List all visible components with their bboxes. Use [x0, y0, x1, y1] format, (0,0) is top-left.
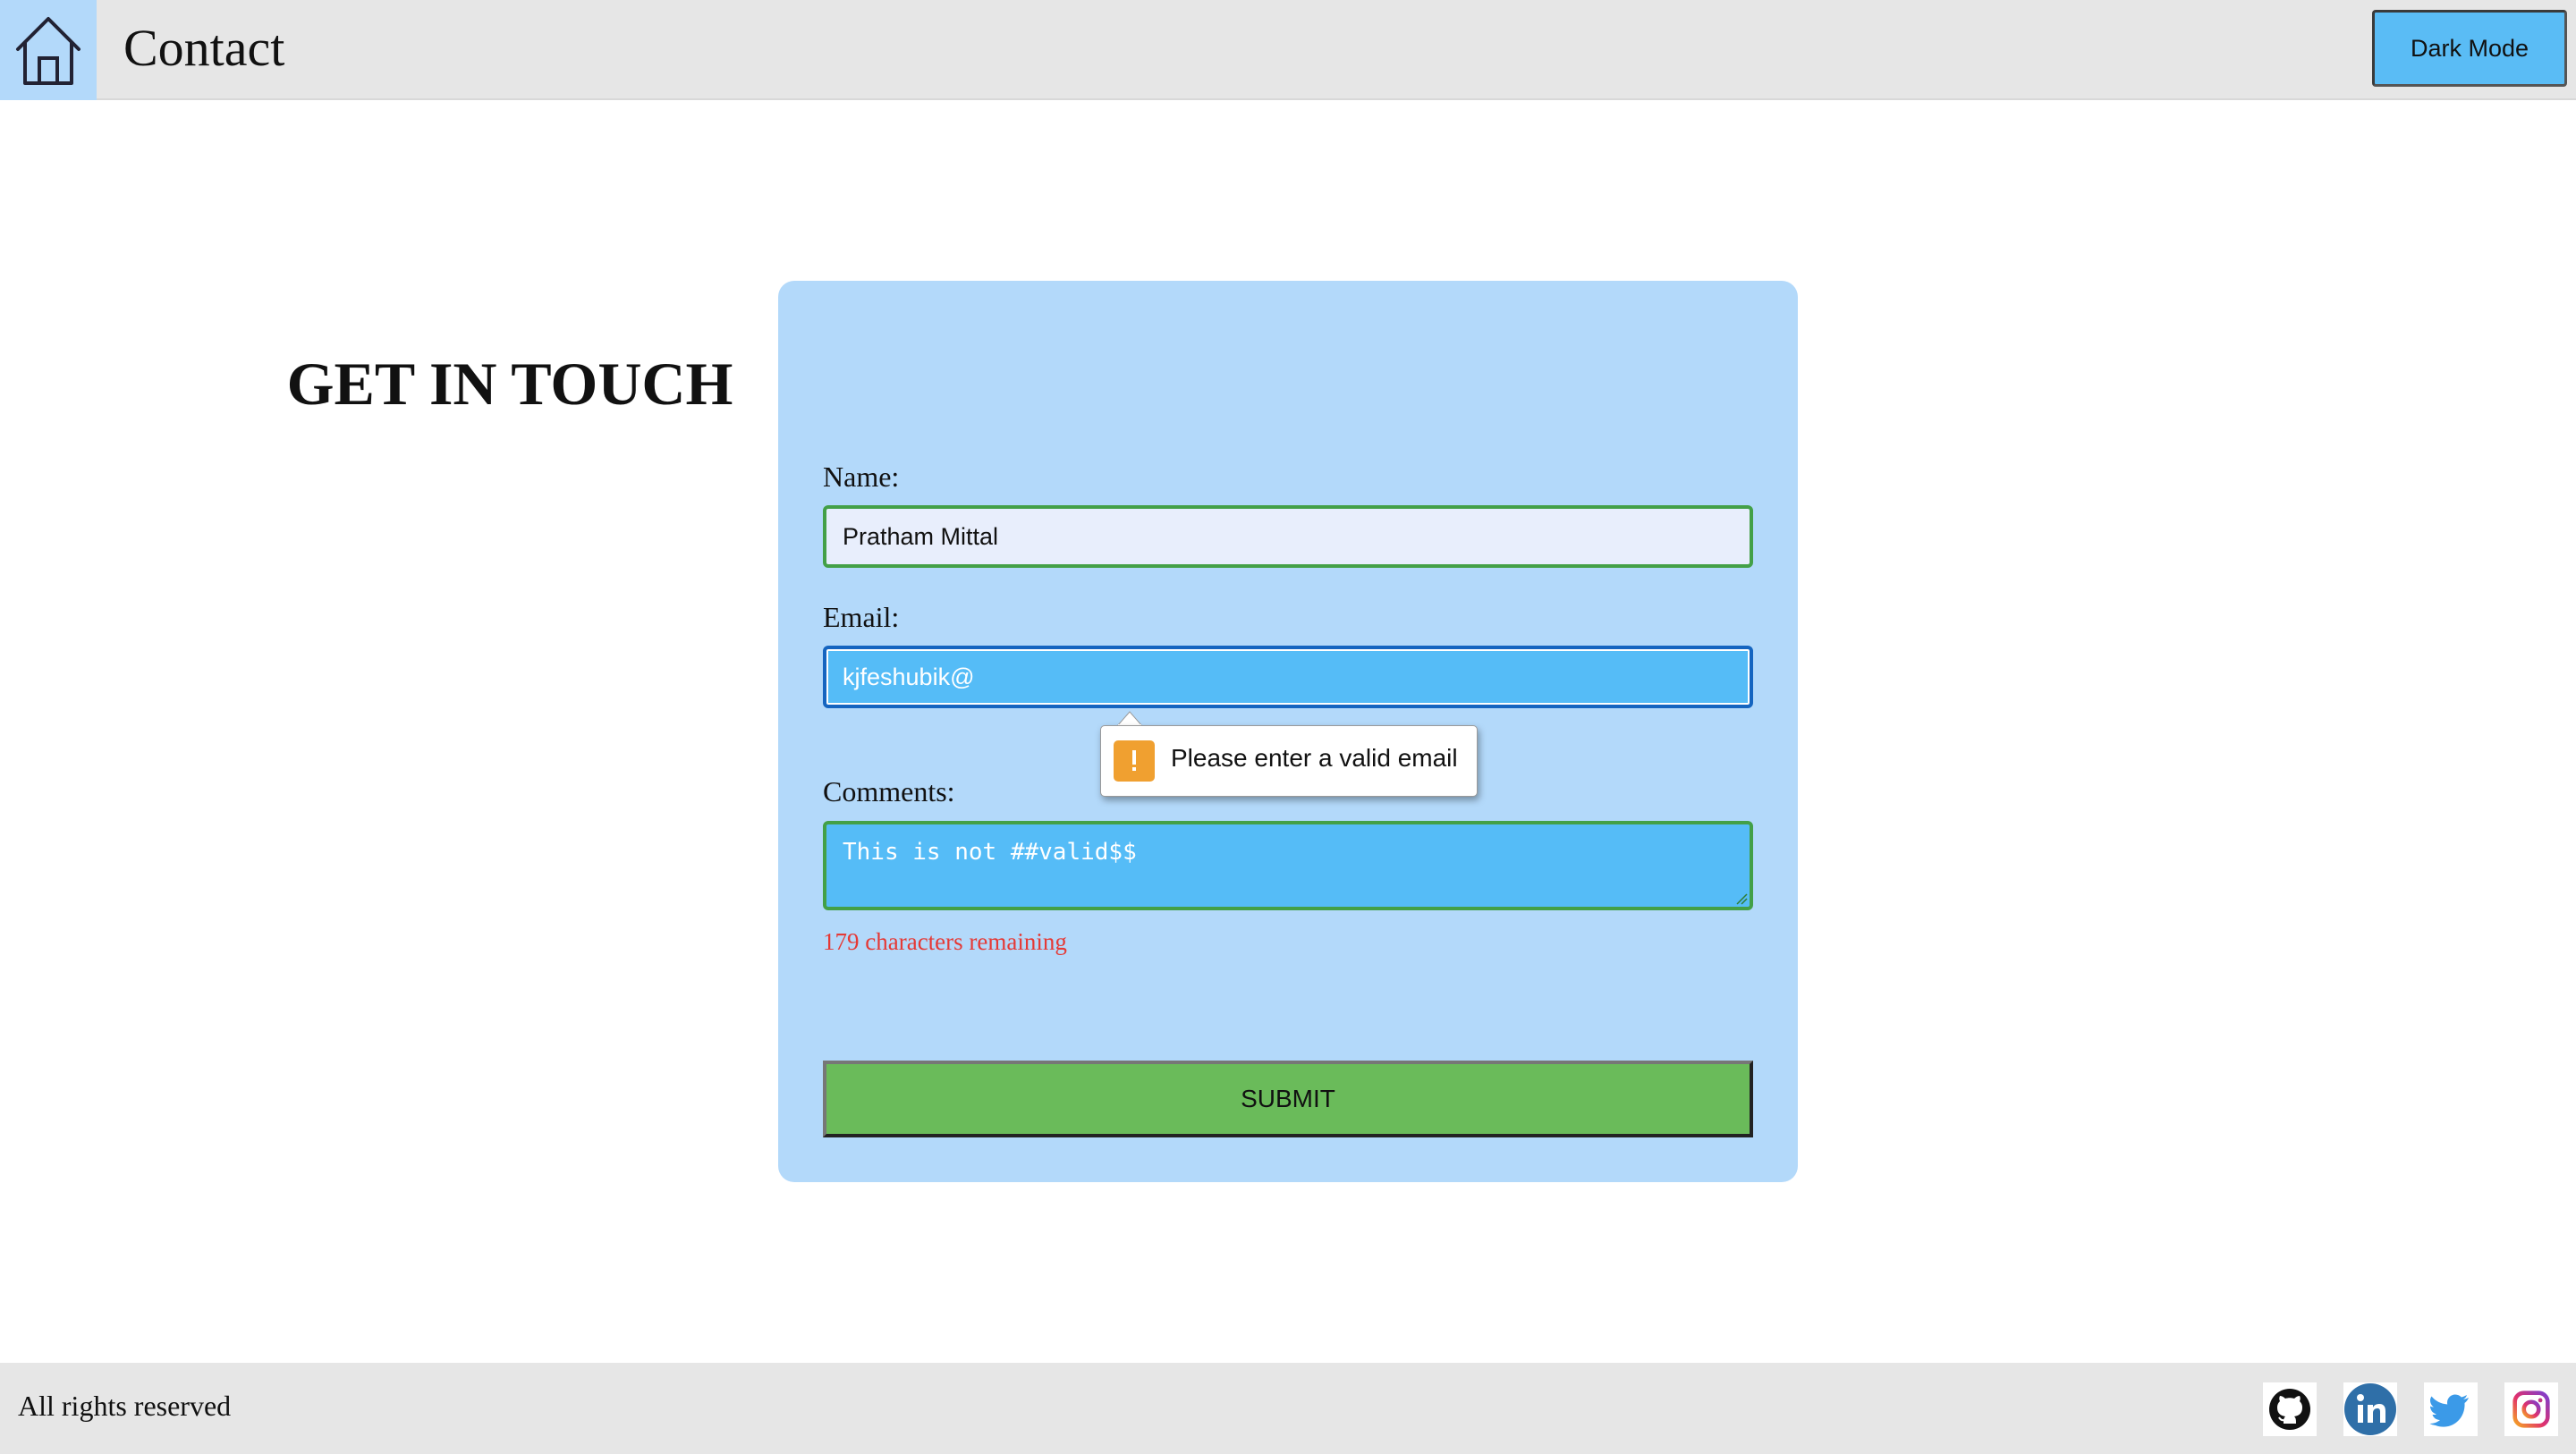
warning-icon — [1114, 740, 1155, 782]
top-nav: Contact Dark Mode — [0, 0, 2576, 100]
twitter-link[interactable] — [2424, 1382, 2478, 1436]
linkedin-icon — [2344, 1383, 2396, 1435]
tooltip-arrow — [1117, 711, 1142, 726]
comments-label: Comments: — [823, 775, 955, 807]
twitter-icon — [2429, 1394, 2469, 1427]
github-link[interactable] — [2263, 1382, 2317, 1436]
home-icon — [16, 17, 80, 85]
validation-message: Please enter a valid email — [1171, 744, 1458, 772]
name-field[interactable] — [823, 505, 1753, 568]
name-label: Name: — [823, 461, 900, 493]
validation-tooltip: Please enter a valid email — [1100, 725, 1478, 797]
characters-remaining: 179 characters remaining — [823, 928, 1067, 955]
dark-mode-button[interactable]: Dark Mode — [2372, 10, 2567, 87]
form-heading: GET IN TOUCH — [286, 350, 733, 418]
github-icon — [2269, 1389, 2310, 1430]
comments-field[interactable]: This is not ##valid$$ — [823, 821, 1753, 910]
email-label: Email: — [823, 601, 900, 633]
email-field[interactable] — [823, 646, 1753, 708]
submit-button[interactable]: SUBMIT — [823, 1061, 1753, 1137]
linkedin-link[interactable] — [2343, 1382, 2397, 1436]
resize-grip-icon[interactable] — [1735, 892, 1748, 905]
home-button[interactable] — [0, 0, 97, 100]
footer: All rights reserved — [0, 1363, 2576, 1454]
footer-text: All rights reserved — [18, 1390, 232, 1422]
page-title: Contact — [123, 19, 285, 77]
instagram-icon — [2512, 1391, 2550, 1428]
instagram-link[interactable] — [2504, 1382, 2558, 1436]
